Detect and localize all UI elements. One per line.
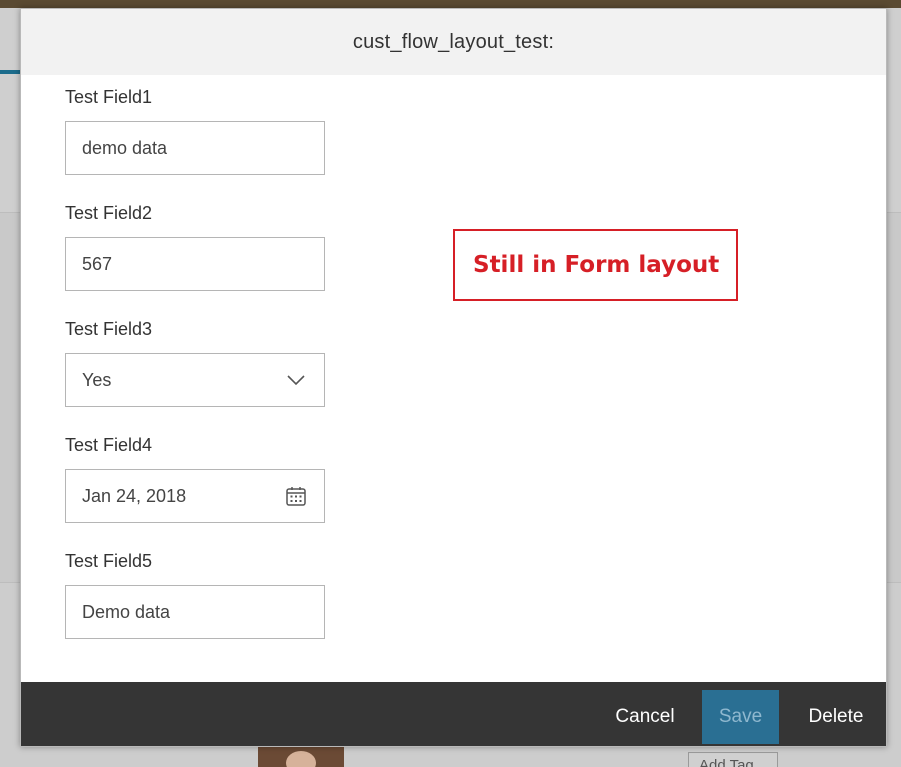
field-label: Test Field2 bbox=[65, 203, 153, 223]
dialog-footer: Cancel Save Delete bbox=[21, 682, 886, 746]
text-input-field1[interactable] bbox=[65, 121, 325, 175]
field-label: Test Field4 bbox=[65, 435, 153, 455]
field-test-field4: Test Field4 bbox=[65, 431, 365, 523]
select-value: Yes bbox=[82, 370, 112, 390]
chevron-down-icon[interactable] bbox=[284, 368, 308, 392]
save-button[interactable]: Save bbox=[702, 690, 779, 744]
field-test-field5: Test Field5 bbox=[65, 547, 365, 639]
delete-button[interactable]: Delete bbox=[799, 690, 873, 744]
background-top-bar bbox=[0, 0, 901, 8]
cancel-button[interactable]: Cancel bbox=[605, 690, 685, 744]
avatar bbox=[258, 747, 344, 767]
dialog-header: cust_flow_layout_test: bbox=[21, 9, 886, 75]
text-input-field5[interactable] bbox=[65, 585, 325, 639]
annotation-text: Still in Form layout bbox=[473, 252, 720, 278]
number-input-field2[interactable] bbox=[65, 237, 325, 291]
test-field2-input[interactable] bbox=[82, 253, 282, 275]
select-field3[interactable]: Yes bbox=[65, 353, 325, 407]
field-label: Test Field3 bbox=[65, 319, 153, 339]
field-label: Test Field5 bbox=[65, 551, 153, 571]
dialog-title: cust_flow_layout_test: bbox=[352, 30, 555, 53]
field-label: Test Field1 bbox=[65, 87, 153, 107]
date-picker-field4[interactable] bbox=[65, 469, 325, 523]
field-test-field2: Test Field2 bbox=[65, 199, 365, 291]
add-tag-button: Add Tag bbox=[688, 752, 778, 767]
annotation-callout: Still in Form layout bbox=[453, 229, 738, 301]
background-tab-underline bbox=[0, 70, 22, 74]
test-field4-input[interactable] bbox=[82, 485, 282, 507]
field-test-field1: Test Field1 bbox=[65, 83, 365, 175]
test-field1-input[interactable] bbox=[82, 137, 282, 159]
modal-dialog: cust_flow_layout_test: Test Field1 Test … bbox=[20, 8, 887, 747]
avatar-face bbox=[286, 751, 316, 767]
calendar-icon[interactable] bbox=[284, 484, 308, 508]
field-test-field3: Test Field3 Yes bbox=[65, 315, 365, 407]
test-field5-input[interactable] bbox=[82, 601, 282, 623]
